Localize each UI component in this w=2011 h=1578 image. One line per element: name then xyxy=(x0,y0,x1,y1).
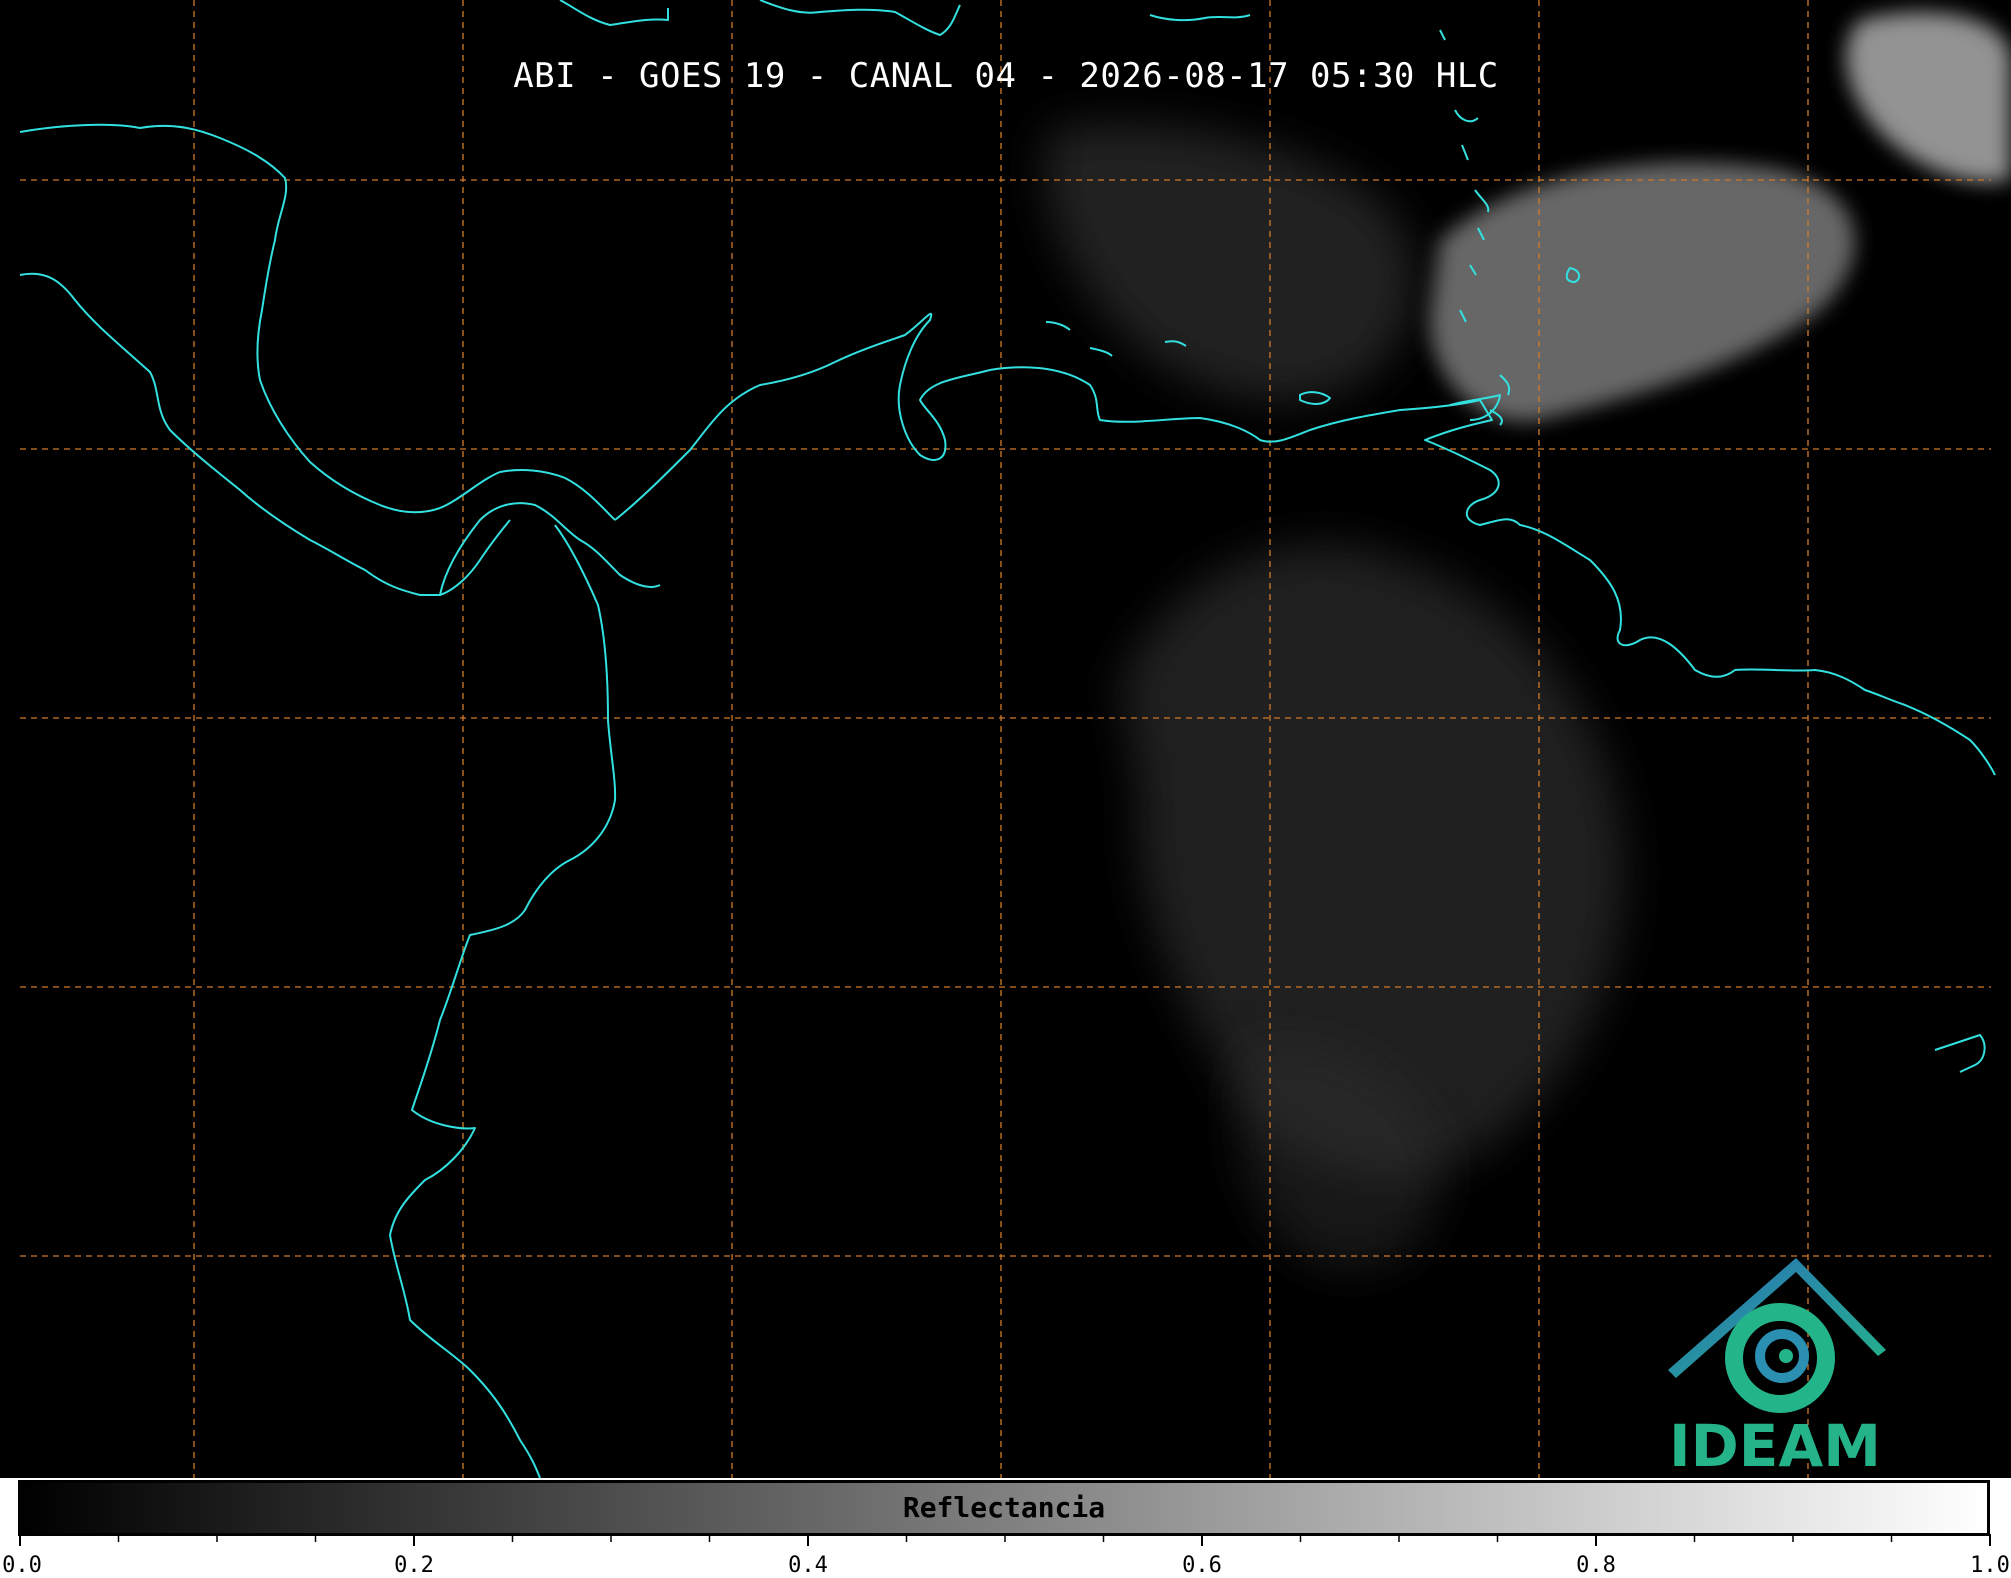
colorbar-tick-label: 0.0 xyxy=(2,1553,42,1578)
colorbar-tick-label: 0.2 xyxy=(394,1553,434,1578)
satellite-image xyxy=(0,0,2011,1478)
logo-text: IDEAM xyxy=(1669,1412,1881,1478)
colorbar-tick-label: 0.8 xyxy=(1576,1553,1616,1578)
colorbar-label: Reflectancia xyxy=(902,1491,1106,1524)
logo-swirl-core-icon xyxy=(1779,1349,1793,1363)
colorbar-axis xyxy=(19,1534,1991,1546)
satellite-map: ABI - GOES 19 - CANAL 04 - 2026-08-17 05… xyxy=(0,0,2011,1478)
map-title: ABI - GOES 19 - CANAL 04 - 2026-08-17 05… xyxy=(513,56,1499,96)
colorbar-tick-label: 0.6 xyxy=(1182,1553,1222,1578)
colorbar-tick-label: 0.4 xyxy=(788,1553,828,1578)
colorbar-tick-label: 1.0 xyxy=(1970,1553,2010,1578)
